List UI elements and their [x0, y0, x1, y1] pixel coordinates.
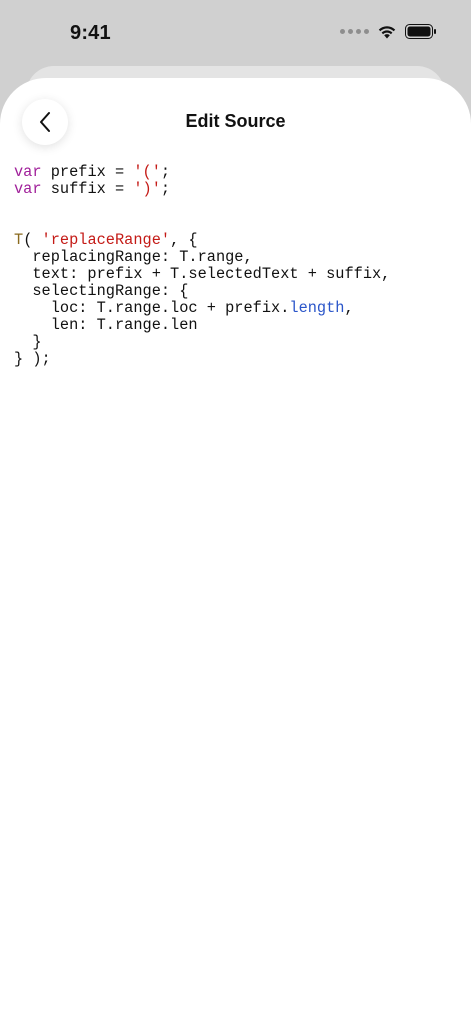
code-editor[interactable]: var prefix = '('; var suffix = ')'; T( 'r…: [14, 164, 471, 368]
status-time: 9:41: [70, 22, 111, 44]
code-line: selectingRange: {: [14, 283, 471, 300]
code-token: length: [289, 299, 345, 317]
signal-dots-icon: [340, 29, 369, 34]
code-token: 'replaceRange': [41, 231, 171, 249]
code-token: len: T.range.len: [14, 316, 198, 334]
code-line: replacingRange: T.range,: [14, 249, 471, 266]
code-token: '(': [133, 163, 161, 181]
code-line: var suffix = ')';: [14, 181, 471, 198]
code-token: selectingRange: {: [14, 282, 189, 300]
code-line: text: prefix + T.selectedText + suffix,: [14, 266, 471, 283]
screen: 9:41 Edit Source var prefix = '('; var s…: [0, 0, 471, 1024]
code-line: T( 'replaceRange', {: [14, 232, 471, 249]
code-token: ,: [344, 299, 354, 317]
code-line: } );: [14, 351, 471, 368]
code-token: text: prefix + T.selectedText + suffix,: [14, 265, 391, 283]
code-token: var: [14, 180, 42, 198]
code-token: (: [23, 231, 42, 249]
code-token: var: [14, 163, 42, 181]
code-line: len: T.range.len: [14, 317, 471, 334]
code-token: , {: [170, 231, 198, 249]
code-line: var prefix = '(';: [14, 164, 471, 181]
edit-source-sheet: Edit Source var prefix = '('; var suffix …: [0, 78, 471, 1024]
battery-icon: [405, 24, 436, 39]
code-token: ;: [160, 180, 171, 198]
code-token: ')': [133, 180, 161, 198]
wifi-icon: [378, 26, 396, 39]
status-bar: 9:41: [0, 0, 471, 64]
status-icons: [340, 24, 437, 39]
code-token: prefix =: [41, 163, 134, 181]
code-token: T: [14, 231, 24, 249]
code-token: ;: [160, 163, 171, 181]
nav-bar: Edit Source: [0, 78, 471, 166]
code-line: }: [14, 334, 471, 351]
code-token: replacingRange: T.range,: [14, 248, 253, 266]
code-token: } );: [14, 350, 51, 368]
code-line: loc: T.range.loc + prefix.length,: [14, 300, 471, 317]
code-token: suffix =: [41, 180, 134, 198]
code-token: }: [14, 333, 42, 351]
page-title: Edit Source: [185, 111, 286, 131]
code-token: loc: T.range.loc + prefix.: [14, 299, 290, 317]
